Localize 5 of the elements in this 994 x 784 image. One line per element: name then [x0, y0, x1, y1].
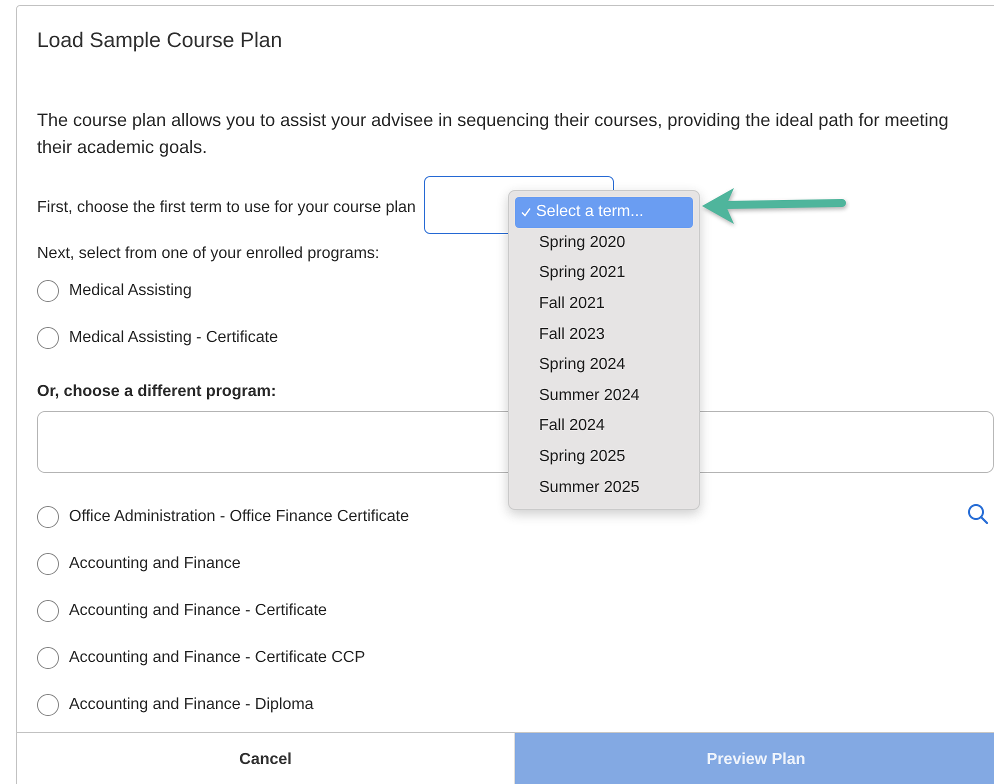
dialog-title: Load Sample Course Plan	[37, 29, 284, 53]
enrolled-prompt: Next, select from one of your enrolled programs:	[37, 244, 380, 264]
term-prompt: First, choose the first term to use for your course plan	[37, 199, 416, 217]
intro-text: The course plan allows you to assist your advisee in sequencing their courses, providing the ideal path for meeting their academic goals.	[37, 109, 950, 159]
other-prompt: Or, choose a different program:	[37, 382, 276, 402]
